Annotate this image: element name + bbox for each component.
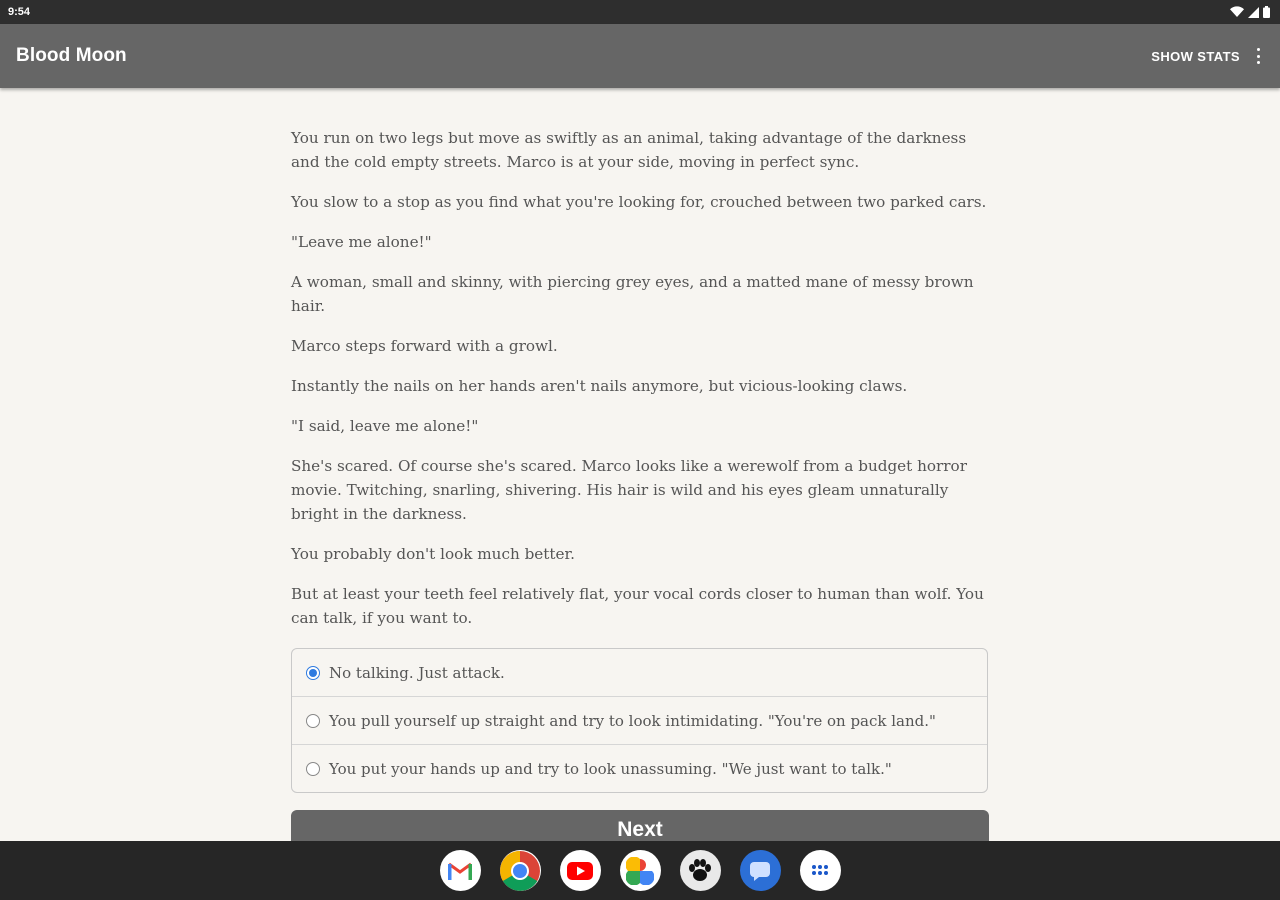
status-icons [1230,6,1270,18]
youtube-icon[interactable] [559,850,601,891]
radio-button[interactable] [306,713,320,728]
radio-button[interactable] [306,762,320,776]
app-bar-actions: SHOW STATS [1151,43,1262,70]
choice-list: No talking. Just attack. You pull yourse… [291,648,988,793]
story-paragraph: Instantly the nails on her hands aren't … [291,377,908,395]
story-paragraph: She's scared. Of course she's scared. Ma… [291,457,967,523]
paw-print-app-icon[interactable] [679,850,721,891]
choice-option-2[interactable]: You pull yourself up straight and try to… [292,697,987,745]
more-vert-icon[interactable] [1254,46,1262,66]
story-paragraph: Marco steps forward with a growl. [291,337,558,355]
radio-button[interactable] [306,665,320,680]
choice-label: You pull yourself up straight and try to… [329,711,936,730]
messages-icon[interactable] [739,850,781,891]
choice-option-3[interactable]: You put your hands up and try to look un… [292,745,987,792]
wifi-icon [1230,6,1244,17]
cellular-signal-icon [1248,6,1259,18]
app-bar: Blood Moon SHOW STATS [0,24,1280,88]
story-paragraph: A woman, small and skinny, with piercing… [291,273,974,315]
story-text: You run on two legs but move as swiftly … [291,126,991,646]
status-bar: 9:54 [0,0,1280,24]
status-time: 9:54 [8,6,31,18]
battery-icon [1263,6,1270,18]
choice-option-1[interactable]: No talking. Just attack. [292,649,987,697]
choice-label: You put your hands up and try to look un… [329,760,892,778]
chrome-icon[interactable] [499,850,541,891]
story-paragraph: You probably don't look much better. [291,545,575,563]
story-paragraph: You slow to a stop as you find what you'… [291,193,987,211]
app-title: Blood Moon [16,45,127,66]
choice-label: No talking. Just attack. [329,663,505,682]
story-paragraph: You run on two legs but move as swiftly … [291,129,967,171]
story-paragraph: "Leave me alone!" [291,233,432,251]
app-drawer-icon[interactable] [799,850,841,891]
story-paragraph: "I said, leave me alone!" [291,417,479,435]
gmail-icon[interactable] [439,850,481,891]
story-paragraph: But at least your teeth feel relatively … [291,585,984,627]
show-stats-button[interactable]: SHOW STATS [1151,43,1240,70]
app-dock [0,841,1280,900]
photos-icon[interactable] [619,850,661,891]
